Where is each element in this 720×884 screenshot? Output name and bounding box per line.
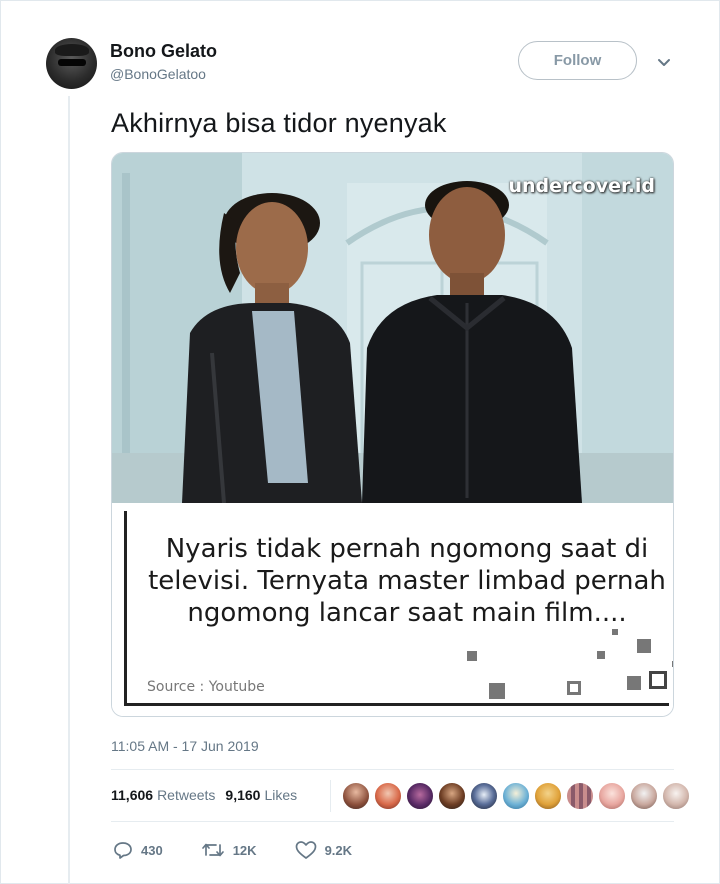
heart-icon xyxy=(295,841,316,859)
source-label: Source : Youtube xyxy=(147,679,265,695)
divider xyxy=(111,821,674,822)
user-handle[interactable]: @BonoGelatoo xyxy=(110,66,206,82)
avatar[interactable] xyxy=(46,38,97,89)
likes-stat[interactable]: 9,160 Likes xyxy=(225,787,297,803)
liker-avatar[interactable] xyxy=(630,782,658,810)
retweets-stat[interactable]: 11,606 Retweets xyxy=(111,787,215,803)
liker-avatar[interactable] xyxy=(566,782,594,810)
reply-count: 430 xyxy=(141,842,163,858)
stats-separator xyxy=(330,780,331,812)
decor-square xyxy=(489,683,505,699)
decor-square xyxy=(612,629,618,635)
liker-avatar[interactable] xyxy=(470,782,498,810)
decor-square xyxy=(672,661,673,667)
divider xyxy=(111,769,674,770)
watermark: undercover.id xyxy=(508,175,656,197)
retweet-count: 12K xyxy=(232,842,257,858)
retweet-button[interactable]: 12K xyxy=(201,840,257,860)
liker-avatar[interactable] xyxy=(598,782,626,810)
liker-avatar[interactable] xyxy=(534,782,562,810)
tweet-stats: 11,606 Retweets 9,160 Likes xyxy=(111,787,297,803)
follow-button[interactable]: Follow xyxy=(518,41,637,80)
decor-square xyxy=(467,651,477,661)
decor-square xyxy=(649,671,667,689)
tweet-text: Akhirnya bisa tidor nyenyak xyxy=(111,108,447,138)
liker-avatar[interactable] xyxy=(662,782,690,810)
liker-avatar[interactable] xyxy=(406,782,434,810)
like-button[interactable]: 9.2K xyxy=(295,840,352,860)
avatar-hat xyxy=(55,44,89,56)
decor-square xyxy=(567,681,581,695)
retweets-count: 11,606 xyxy=(111,787,154,803)
media-photo xyxy=(112,153,673,503)
caption-text: Nyaris tidak pernah ngomong saat di tele… xyxy=(148,534,666,628)
decor-square xyxy=(637,639,651,653)
caption-box: Nyaris tidak pernah ngomong saat di tele… xyxy=(112,503,673,716)
liker-avatar[interactable] xyxy=(374,782,402,810)
liker-avatars xyxy=(342,782,690,810)
decor-square xyxy=(597,651,605,659)
like-count: 9.2K xyxy=(324,842,353,858)
retweet-icon xyxy=(201,843,224,857)
reply-button[interactable]: 430 xyxy=(113,840,163,860)
reply-icon xyxy=(114,842,132,859)
retweets-label: Retweets xyxy=(157,787,216,803)
tweet-timestamp[interactable]: 11:05 AM - 17 Jun 2019 xyxy=(111,738,259,754)
caption-frame: Nyaris tidak pernah ngomong saat di tele… xyxy=(124,511,673,706)
likes-count: 9,160 xyxy=(225,787,261,803)
liker-avatar[interactable] xyxy=(342,782,370,810)
tweet-actions: 430 12K 9.2K xyxy=(113,840,390,860)
liker-avatar[interactable] xyxy=(502,782,530,810)
tweet-media[interactable]: undercover.id Nyaris tidak pernah ngomon… xyxy=(111,152,674,717)
caret-down-icon[interactable] xyxy=(656,54,672,70)
liker-avatar[interactable] xyxy=(438,782,466,810)
user-name[interactable]: Bono Gelato xyxy=(110,41,217,62)
thread-line xyxy=(68,96,70,884)
likes-label: Likes xyxy=(264,787,298,803)
avatar-glasses xyxy=(58,59,86,66)
decor-square xyxy=(627,676,641,690)
